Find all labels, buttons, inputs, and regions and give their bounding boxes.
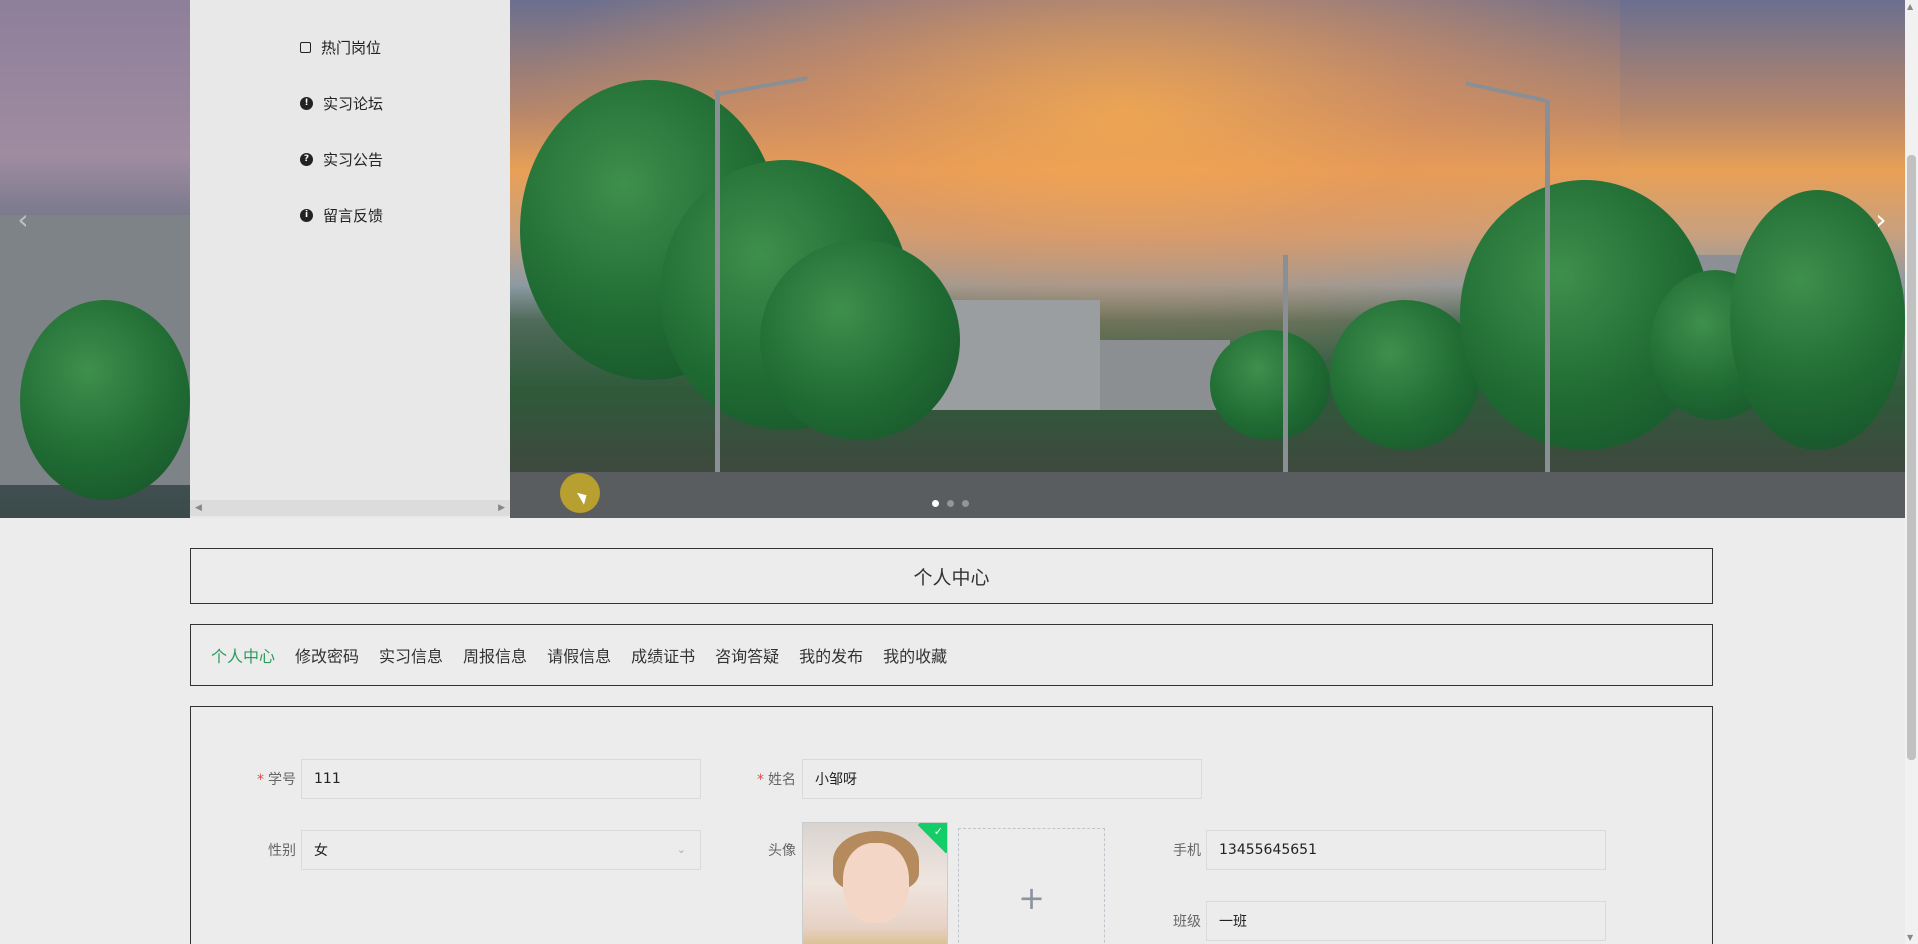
tab-leave-info[interactable]: 请假信息 bbox=[547, 643, 611, 667]
tab-consultation[interactable]: 咨询答疑 bbox=[715, 643, 779, 667]
exclamation-circle-icon: ! bbox=[300, 96, 313, 110]
class-field[interactable]: 一班 bbox=[1206, 901, 1606, 941]
avatar-image[interactable]: ✓ bbox=[802, 822, 948, 944]
menu-item-label: 热门岗位 bbox=[321, 38, 382, 57]
gender-value: 女 bbox=[314, 843, 328, 859]
banner-tree bbox=[760, 240, 960, 440]
banner-road bbox=[510, 472, 1905, 518]
info-circle-icon: i bbox=[300, 208, 313, 222]
page-scrollbar[interactable]: ▲ ▼ bbox=[1905, 0, 1918, 944]
carousel-dot[interactable] bbox=[962, 500, 969, 507]
section-title-box: 个人中心 bbox=[190, 548, 1713, 604]
menu-item-label: 留言反馈 bbox=[323, 206, 384, 225]
tab-internship-info[interactable]: 实习信息 bbox=[379, 643, 443, 667]
banner-tree bbox=[1330, 300, 1480, 450]
menu-item-feedback[interactable]: i 留言反馈 bbox=[300, 203, 383, 227]
banner-tree bbox=[1210, 330, 1330, 440]
check-icon: ✓ bbox=[933, 825, 943, 838]
scroll-left-icon[interactable]: ◀ bbox=[195, 500, 202, 516]
tab-change-password[interactable]: 修改密码 bbox=[295, 643, 359, 667]
menu-item-announcements[interactable]: ? 实习公告 bbox=[300, 147, 383, 171]
menu-item-forum[interactable]: ! 实习论坛 bbox=[300, 91, 383, 115]
menu-item-label: 实习公告 bbox=[323, 150, 384, 169]
avatar-face bbox=[843, 843, 909, 923]
carousel-dot[interactable] bbox=[932, 500, 939, 507]
required-mark: * bbox=[257, 772, 264, 788]
scroll-right-icon[interactable]: ▶ bbox=[498, 500, 505, 516]
chevron-down-icon: ⌄ bbox=[676, 843, 686, 856]
tab-weekly-report[interactable]: 周报信息 bbox=[463, 643, 527, 667]
carousel-indicators bbox=[932, 500, 969, 507]
avatar-label: 头像 bbox=[768, 843, 796, 859]
scroll-down-icon[interactable]: ▼ bbox=[1907, 933, 1913, 942]
student-id-field[interactable]: 111 bbox=[301, 759, 701, 799]
avatar-upload-button[interactable]: + bbox=[958, 828, 1105, 944]
street-lamp bbox=[1545, 100, 1550, 500]
phone-field[interactable]: 13455645651 bbox=[1206, 830, 1606, 870]
student-id-label: * 学号 bbox=[257, 772, 296, 788]
banner-tree bbox=[20, 300, 190, 500]
bag-icon bbox=[300, 41, 311, 53]
tab-my-favorites[interactable]: 我的收藏 bbox=[883, 643, 947, 667]
phone-label: 手机 bbox=[1173, 843, 1201, 859]
name-field[interactable]: 小邹呀 bbox=[802, 759, 1202, 799]
street-lamp bbox=[1283, 255, 1288, 485]
tab-profile[interactable]: 个人中心 bbox=[211, 643, 275, 667]
tab-my-posts[interactable]: 我的发布 bbox=[799, 643, 863, 667]
page-title: 个人中心 bbox=[913, 566, 990, 589]
profile-form: * 学号 111 * 姓名 小邹呀 性别 女 ⌄ 头像 ✓ + 手机 1345564… bbox=[190, 706, 1713, 944]
tab-certificates[interactable]: 成绩证书 bbox=[631, 643, 695, 667]
menu-item-hot-jobs[interactable]: 热门岗位 bbox=[300, 35, 381, 59]
menu-item-label: 实习论坛 bbox=[323, 94, 384, 113]
gender-label: 性别 bbox=[268, 843, 296, 859]
carousel-next-button[interactable]: › bbox=[1866, 205, 1896, 235]
side-menu: 热门岗位 ! 实习论坛 ? 实习公告 i 留言反馈 ◀ ▶ bbox=[190, 0, 510, 518]
gender-select[interactable]: 女 ⌄ bbox=[301, 830, 701, 870]
scroll-up-icon[interactable]: ▲ bbox=[1907, 2, 1913, 11]
page-scrollbar-thumb[interactable] bbox=[1907, 155, 1916, 760]
question-circle-icon: ? bbox=[300, 152, 313, 166]
street-lamp bbox=[715, 90, 720, 490]
carousel-dot[interactable] bbox=[947, 500, 954, 507]
name-label: * 姓名 bbox=[757, 772, 796, 788]
carousel-prev-button[interactable]: ‹ bbox=[8, 205, 38, 235]
required-mark: * bbox=[757, 772, 764, 788]
profile-tabs: 个人中心 修改密码 实习信息 周报信息 请假信息 成绩证书 咨询答疑 我的发布 … bbox=[190, 624, 1713, 686]
side-menu-horizontal-scrollbar[interactable]: ◀ ▶ bbox=[190, 500, 510, 516]
class-label: 班级 bbox=[1173, 914, 1201, 930]
